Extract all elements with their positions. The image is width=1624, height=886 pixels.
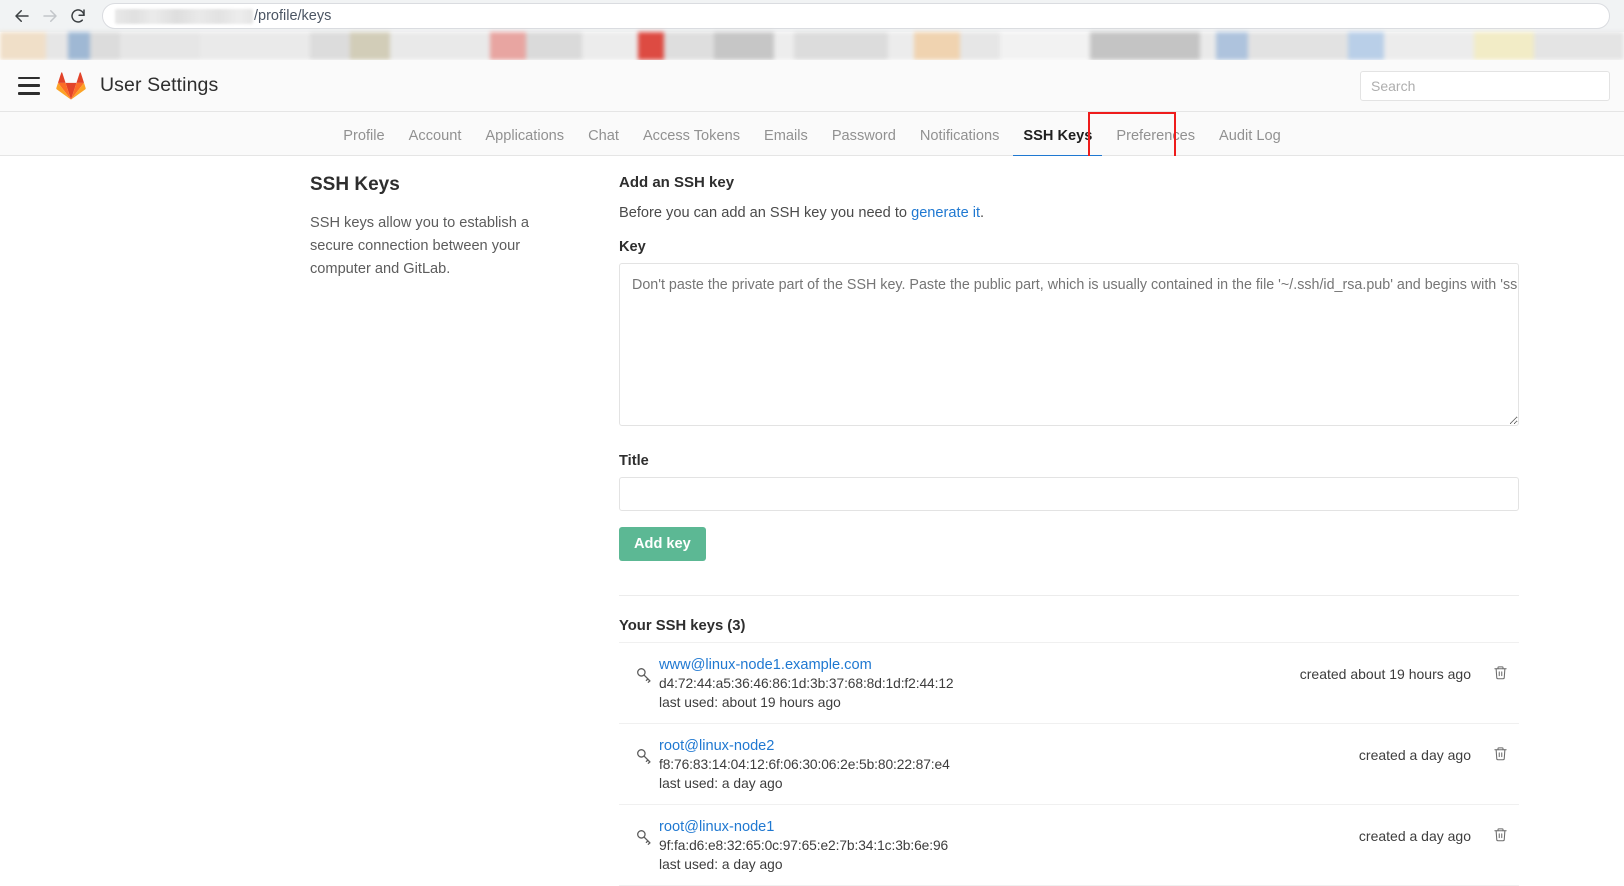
ssh-key-last-used: last used: a day ago (659, 857, 783, 872)
section-heading: SSH Keys (310, 174, 400, 195)
add-ssh-key-heading: Add an SSH key (619, 174, 735, 191)
ssh-key-row: root@linux-node2 f8:76:83:14:04:12:6f:06… (619, 724, 1519, 805)
title-input[interactable] (619, 477, 1519, 511)
section-description: SSH keys allow you to establish a secure… (310, 215, 530, 277)
tab-access-tokens[interactable]: Access Tokens (631, 129, 752, 156)
ssh-key-details: root@linux-node2 f8:76:83:14:04:12:6f:06… (659, 738, 1359, 791)
ssh-key-title-link[interactable]: root@linux-node1 (659, 819, 1359, 835)
app-header: User Settings Search (0, 60, 1624, 112)
ssh-key-created: created a day ago (1358, 828, 1471, 844)
ssh-key-last-used: last used: about 19 hours ago (659, 695, 841, 710)
header-right: Search (1360, 70, 1610, 101)
title-field-label: Title (619, 453, 649, 469)
reload-button[interactable] (64, 2, 92, 30)
your-ssh-keys-heading: Your SSH keys (3) (619, 618, 746, 634)
settings-nav: Profile Account Applications Chat Access… (0, 112, 1624, 158)
reload-icon (71, 9, 85, 23)
ssh-key-last-used: last used: a day ago (659, 776, 783, 791)
delete-key-button[interactable] (1493, 657, 1519, 685)
ssh-key-title-link[interactable]: www@linux-node1.example.com (659, 657, 1300, 673)
hamburger-icon[interactable] (18, 76, 40, 95)
key-field-label: Key (619, 239, 646, 255)
address-bar[interactable]: /profile/keys (102, 3, 1610, 29)
arrow-left-icon (15, 10, 29, 22)
key-icon (619, 819, 659, 850)
forward-button[interactable] (36, 2, 64, 30)
back-button[interactable] (8, 2, 36, 30)
generate-it-link[interactable]: generate it (911, 205, 980, 221)
settings-description-column: SSH Keys SSH keys allow you to establish… (310, 174, 560, 280)
trash-icon (1494, 666, 1507, 680)
bookmarks-bar (0, 32, 1624, 60)
trash-icon (1494, 747, 1507, 761)
ssh-key-fingerprint: d4:72:44:a5:36:46:86:1d:3b:37:68:8d:1d:f… (659, 676, 954, 691)
ssh-key-details: www@linux-node1.example.com d4:72:44:a5:… (659, 657, 1300, 710)
page-title: User Settings (100, 74, 219, 96)
divider (619, 595, 1519, 596)
arrow-right-icon (43, 10, 57, 22)
tab-password[interactable]: Password (820, 129, 908, 156)
generate-key-hint-suffix: . (980, 205, 985, 221)
generate-key-hint: Before you can add an SSH key you need t… (619, 205, 1519, 221)
main-content: SSH Keys SSH keys allow you to establish… (0, 156, 1624, 886)
generate-key-hint-prefix: Before you can add an SSH key you need t… (619, 205, 912, 221)
ssh-key-row: root@linux-node1 9f:fa:d6:e8:32:65:0c:97… (619, 805, 1519, 886)
trash-icon (1494, 828, 1507, 842)
ssh-key-input[interactable] (619, 263, 1519, 426)
ssh-key-created: created about 19 hours ago (1299, 666, 1471, 682)
ssh-key-fingerprint: f8:76:83:14:04:12:6f:06:30:06:2e:5b:80:2… (659, 757, 950, 772)
ssh-key-row: www@linux-node1.example.com d4:72:44:a5:… (619, 642, 1519, 724)
ssh-key-title-link[interactable]: root@linux-node2 (659, 738, 1359, 754)
key-icon (619, 738, 659, 769)
tab-chat[interactable]: Chat (576, 129, 631, 156)
search-input[interactable]: Search (1360, 70, 1610, 101)
ssh-keys-list: www@linux-node1.example.com d4:72:44:a5:… (619, 642, 1519, 886)
tab-preferences[interactable]: Preferences (1104, 129, 1207, 156)
tab-applications[interactable]: Applications (473, 129, 576, 156)
tab-account[interactable]: Account (397, 129, 474, 156)
ssh-key-created: created a day ago (1358, 747, 1471, 763)
delete-key-button[interactable] (1493, 819, 1519, 847)
search-placeholder-text: Search (1371, 77, 1416, 94)
tab-emails[interactable]: Emails (752, 129, 820, 156)
ssh-key-form-column: Add an SSH key Before you can add an SSH… (619, 174, 1519, 886)
tab-notifications[interactable]: Notifications (908, 129, 1012, 156)
delete-key-button[interactable] (1493, 738, 1519, 766)
tab-ssh-keys[interactable]: SSH Keys (1011, 129, 1104, 157)
ssh-key-details: root@linux-node1 9f:fa:d6:e8:32:65:0c:97… (659, 819, 1359, 872)
gitlab-logo-icon[interactable] (56, 71, 86, 100)
url-redacted-host (115, 8, 253, 24)
url-path: /profile/keys (254, 8, 332, 24)
key-icon (619, 657, 659, 688)
ssh-key-fingerprint: 9f:fa:d6:e8:32:65:0c:97:65:e2:7b:34:1c:3… (659, 838, 949, 853)
tab-audit-log[interactable]: Audit Log (1207, 129, 1293, 156)
settings-tabs: Profile Account Applications Chat Access… (0, 112, 1624, 157)
tab-profile[interactable]: Profile (331, 129, 396, 156)
add-key-button[interactable]: Add key (619, 527, 706, 561)
browser-toolbar: /profile/keys (0, 0, 1624, 32)
